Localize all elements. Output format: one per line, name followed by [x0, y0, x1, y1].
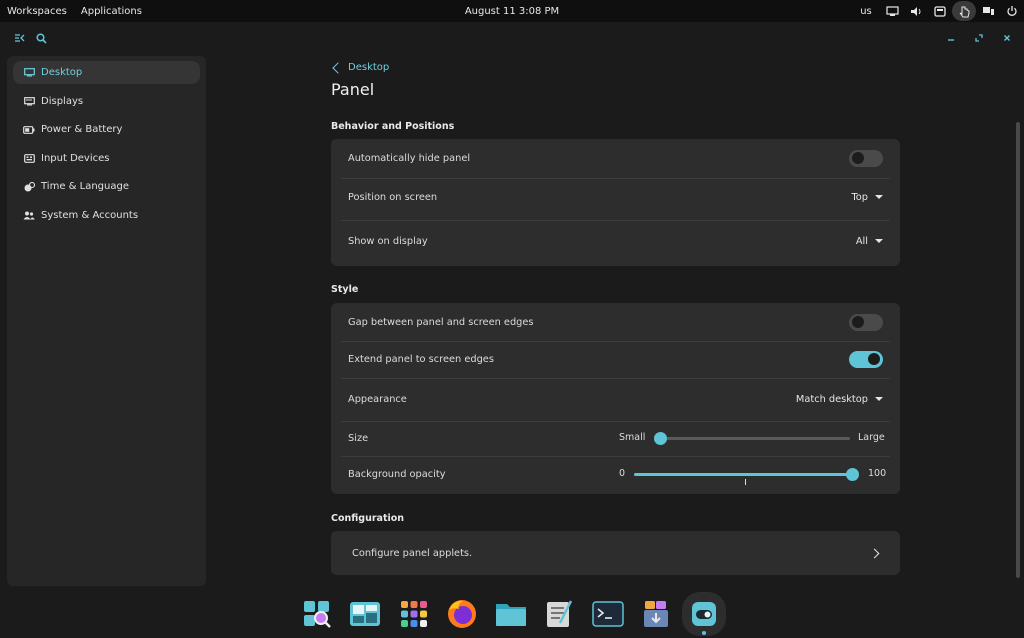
- appearance-dropdown[interactable]: Match desktop: [796, 394, 883, 405]
- toggle-knob: [868, 353, 880, 365]
- firefox-icon[interactable]: [444, 596, 480, 632]
- settings-icon[interactable]: [682, 592, 726, 636]
- auto-hide-toggle[interactable]: [849, 149, 883, 167]
- sidebar: Desktop Displays Power & Battery Input D…: [7, 56, 206, 586]
- sidebar-item-displays[interactable]: Displays: [13, 90, 200, 113]
- accounts-icon: [23, 210, 35, 220]
- position-dropdown[interactable]: Top: [851, 192, 883, 203]
- sidebar-item-label: Displays: [41, 95, 84, 107]
- toggle-knob: [852, 152, 864, 164]
- sidebar-item-time-language[interactable]: Time & Language: [13, 175, 200, 198]
- slider-fill: [634, 473, 852, 476]
- running-indicator: [702, 631, 706, 635]
- applications-button[interactable]: Applications: [81, 6, 142, 17]
- divider: [341, 178, 890, 179]
- divider: [341, 378, 890, 379]
- divider: [341, 421, 890, 422]
- sidebar-item-label: Time & Language: [41, 181, 129, 192]
- show-on-display-value: All: [855, 235, 868, 247]
- chevron-right-icon: [869, 548, 880, 558]
- size-max-label: Large: [858, 432, 885, 443]
- sidebar-item-system-accounts[interactable]: System & Accounts: [13, 204, 200, 227]
- volume-icon[interactable]: [904, 0, 928, 22]
- display-icon[interactable]: [976, 0, 1000, 22]
- minimize-icon[interactable]: [943, 31, 959, 45]
- divider: [341, 456, 890, 457]
- slider-thumb[interactable]: [653, 432, 667, 445]
- text-editor-icon[interactable]: [541, 596, 577, 632]
- app-library-icon[interactable]: [299, 596, 335, 632]
- auto-hide-label: Automatically hide panel: [348, 152, 471, 164]
- workspaces-icon[interactable]: [347, 596, 383, 632]
- appearance-value: Match desktop: [795, 393, 868, 405]
- dropdown-arrow-icon: [875, 239, 883, 243]
- network-icon[interactable]: [880, 0, 904, 22]
- divider: [341, 341, 890, 342]
- sidebar-item-power-battery[interactable]: Power & Battery: [13, 118, 200, 141]
- keyboard-layout-indicator[interactable]: us: [852, 0, 880, 22]
- style-card: Gap between panel and screen edges Exten…: [331, 303, 900, 494]
- workspaces-button[interactable]: Workspaces: [7, 6, 67, 17]
- maximize-icon[interactable]: [971, 31, 987, 45]
- sidebar-toggle-icon[interactable]: [12, 31, 26, 45]
- size-slider[interactable]: [653, 432, 850, 445]
- files-icon[interactable]: [493, 596, 529, 632]
- sidebar-item-label: Input Devices: [41, 152, 110, 164]
- sidebar-item-label: Power & Battery: [41, 124, 123, 135]
- sidebar-item-label: System & Accounts: [41, 209, 139, 221]
- close-icon[interactable]: [999, 31, 1015, 45]
- time-language-icon: [23, 181, 35, 192]
- battery-icon: [23, 125, 35, 135]
- slider-tick: [745, 479, 746, 485]
- chevron-left-icon: [332, 61, 344, 74]
- power-icon[interactable]: [1000, 0, 1024, 22]
- configure-applets-row[interactable]: Configure panel applets.: [331, 531, 900, 575]
- pointer-icon[interactable]: [952, 1, 976, 21]
- dock: [0, 590, 1024, 638]
- store-icon[interactable]: [638, 596, 674, 632]
- dropdown-arrow-icon: [875, 397, 883, 401]
- launcher-icon[interactable]: [396, 596, 432, 632]
- top-panel: Workspaces Applications August 11 3:08 P…: [0, 0, 1024, 22]
- sidebar-item-desktop[interactable]: Desktop: [13, 61, 200, 84]
- behavior-card: Automatically hide panel Position on scr…: [331, 139, 900, 266]
- gap-toggle[interactable]: [849, 313, 883, 331]
- notifications-icon[interactable]: [928, 0, 952, 22]
- terminal-icon[interactable]: [590, 596, 626, 632]
- position-label: Position on screen: [348, 191, 438, 203]
- back-link-label: Desktop: [348, 62, 390, 73]
- configure-applets-label: Configure panel applets.: [352, 547, 473, 559]
- divider: [341, 220, 890, 221]
- settings-window: Desktop Displays Power & Battery Input D…: [0, 22, 1024, 590]
- dropdown-arrow-icon: [875, 195, 883, 199]
- show-on-display-label: Show on display: [348, 235, 428, 247]
- size-min-label: Small: [619, 432, 646, 443]
- section-heading-style: Style: [331, 284, 359, 295]
- header-bar: [0, 22, 1024, 56]
- opacity-slider[interactable]: [634, 468, 859, 481]
- section-heading-configuration: Configuration: [331, 513, 405, 524]
- show-on-display-dropdown[interactable]: All: [856, 236, 883, 247]
- position-value: Top: [851, 191, 868, 203]
- opacity-max-label: 100: [868, 468, 887, 479]
- sidebar-item-input-devices[interactable]: Input Devices: [13, 147, 200, 170]
- extend-toggle[interactable]: [849, 350, 883, 368]
- section-heading-behavior: Behavior and Positions: [331, 121, 455, 132]
- sidebar-item-label: Desktop: [41, 67, 83, 78]
- page-title: Panel: [331, 80, 375, 99]
- gap-label: Gap between panel and screen edges: [348, 316, 534, 328]
- slider-thumb[interactable]: [845, 468, 859, 481]
- keyboard-icon: [23, 153, 35, 163]
- appearance-label: Appearance: [348, 393, 407, 405]
- opacity-min-label: 0: [619, 468, 626, 479]
- desktop-icon: [23, 68, 35, 78]
- search-icon[interactable]: [34, 31, 48, 45]
- back-link[interactable]: Desktop: [331, 61, 390, 74]
- toggle-knob: [852, 316, 864, 328]
- extend-label: Extend panel to screen edges: [348, 353, 494, 365]
- scrollbar[interactable]: [1016, 122, 1020, 578]
- displays-icon: [23, 96, 35, 106]
